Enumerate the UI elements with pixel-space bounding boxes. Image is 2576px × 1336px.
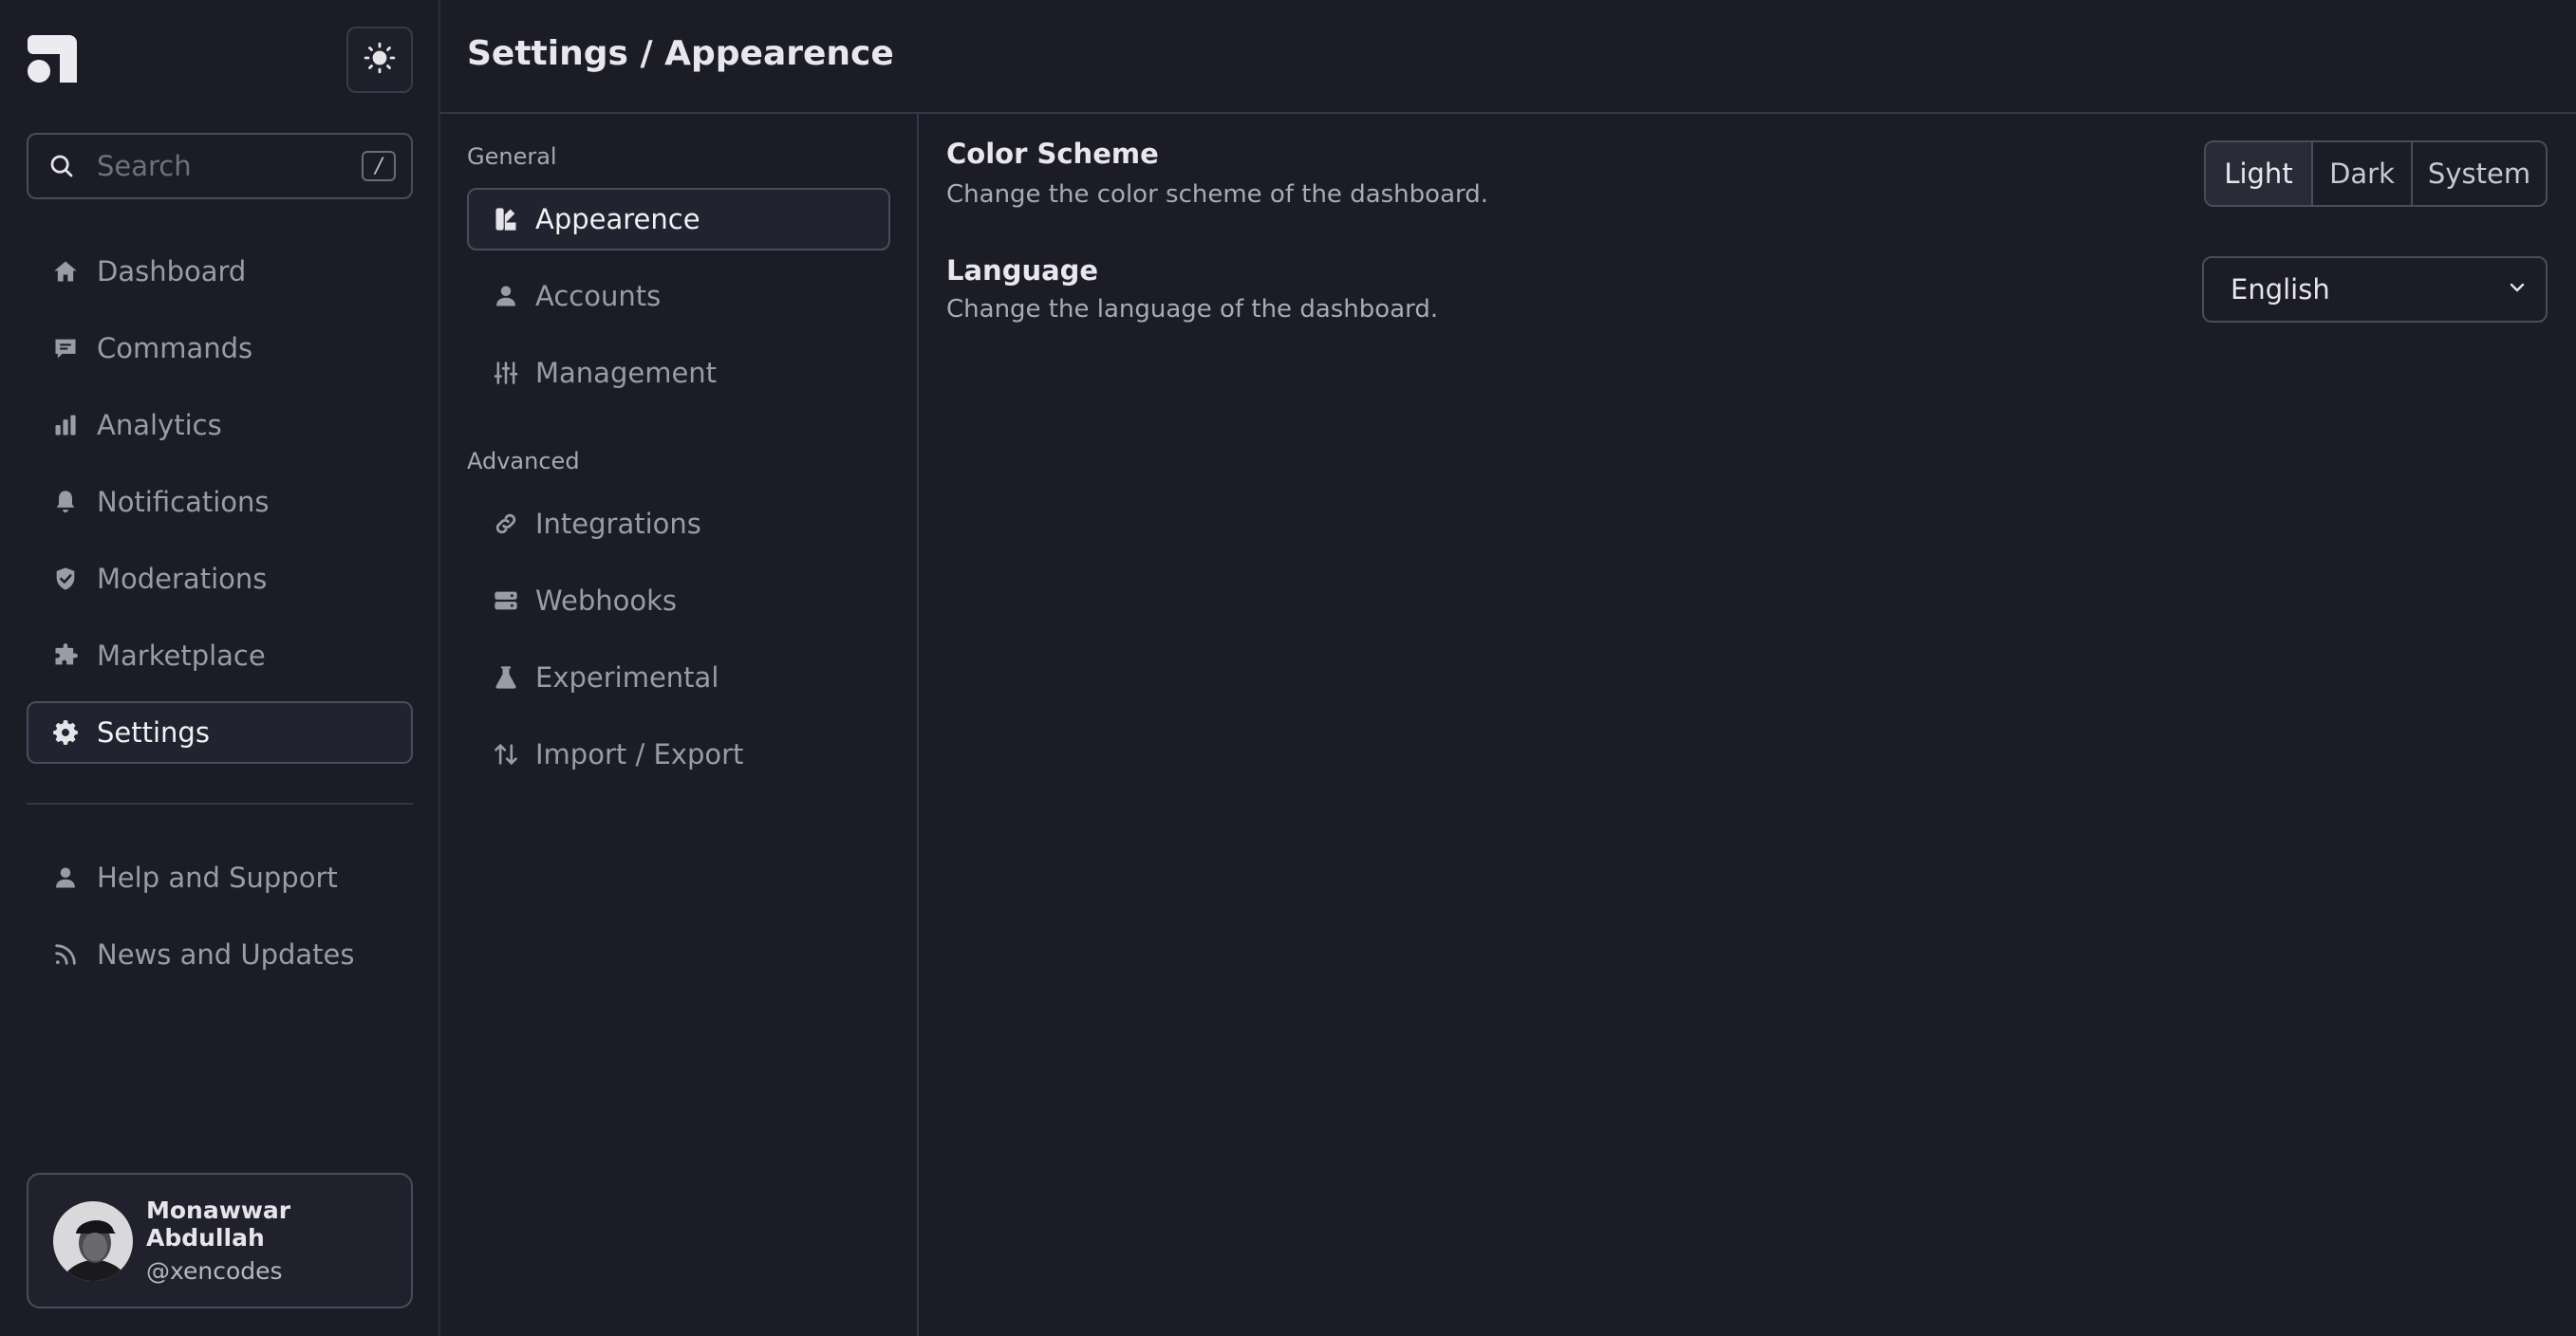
sidebar-item-label: Marketplace [97,640,266,672]
color-scheme-toggle: Light Dark System [2204,140,2548,207]
sidebar-item-notifications[interactable]: Notifications [27,471,413,533]
arrows-updown-icon [492,740,520,769]
sidebar-item-dashboard[interactable]: Dashboard [27,240,413,303]
language-select[interactable]: English [2202,256,2548,323]
rss-icon [51,940,80,969]
theme-toggle-button[interactable] [346,27,413,93]
page-title: Settings / Appearence [467,34,894,73]
bar-chart-icon [51,411,80,439]
bell-icon [51,488,80,516]
subnav-item-import-export[interactable]: Import / Export [467,723,890,786]
user-profile-card[interactable]: Monawwar Abdullah @xencodes [27,1173,413,1308]
settings-subnav: General Appearence Accounts Management A… [440,114,919,1336]
profile-text: Monawwar Abdullah @xencodes [146,1197,411,1285]
sidebar-item-settings[interactable]: Settings [27,701,413,764]
sidebar-item-help[interactable]: Help and Support [27,846,413,909]
secondary-nav: Help and Support News and Updates [27,846,413,1000]
language-description: Change the language of the dashboard. [946,295,1439,324]
sidebar-item-label: Notifications [97,486,270,518]
subnav-item-accounts[interactable]: Accounts [467,265,890,327]
user-icon [492,282,520,310]
sidebar-item-label: Settings [97,716,210,749]
sidebar-item-label: Help and Support [97,862,338,894]
subnav-item-label: Appearence [535,203,700,235]
subnav-item-label: Integrations [535,508,701,540]
language-select-value: English [2231,273,2330,306]
subnav-item-integrations[interactable]: Integrations [467,492,890,555]
search-icon [47,152,76,180]
profile-handle: @xencodes [146,1257,283,1285]
message-icon [51,334,80,362]
color-scheme-description: Change the color scheme of the dashboard… [946,180,1488,209]
color-scheme-option-system[interactable]: System [2411,142,2546,205]
subnav-item-label: Accounts [535,280,662,312]
shield-check-icon [51,565,80,593]
subnav-item-webhooks[interactable]: Webhooks [467,569,890,632]
sidebar-item-label: Moderations [97,563,268,595]
link-icon [492,510,520,538]
sidebar-item-commands[interactable]: Commands [27,317,413,380]
subnav-item-label: Import / Export [535,738,744,770]
sun-icon [364,42,396,78]
subnav-item-label: Management [535,357,718,389]
subnav-item-label: Webhooks [535,584,677,617]
page-header: Settings / Appearence [440,0,2576,114]
color-scheme-title: Color Scheme [946,138,1159,170]
search-placeholder: Search [97,150,192,182]
main-nav: Dashboard Commands Analytics Notificatio… [27,240,413,778]
sidebar-item-label: Commands [97,332,253,364]
palette-icon [492,205,520,233]
sidebar-item-label: Analytics [97,409,222,441]
subnav-item-label: Experimental [535,661,719,694]
sidebar-item-analytics[interactable]: Analytics [27,394,413,456]
avatar [53,1200,133,1281]
flask-icon [492,663,520,692]
server-icon [492,586,520,615]
color-scheme-option-light[interactable]: Light [2206,142,2311,205]
sidebar-item-label: News and Updates [97,938,355,971]
search-input[interactable]: Search / [27,133,413,199]
sliders-icon [492,359,520,387]
search-shortcut-key: / [362,151,396,181]
subnav-item-appearence[interactable]: Appearence [467,188,890,250]
sidebar-item-label: Dashboard [97,255,247,288]
puzzle-icon [51,641,80,670]
color-scheme-option-dark[interactable]: Dark [2311,142,2411,205]
subnav-item-management[interactable]: Management [467,342,890,404]
chevron-down-icon [2506,276,2529,303]
user-icon [51,863,80,892]
home-icon [51,257,80,286]
profile-name: Monawwar Abdullah [146,1197,291,1252]
group-label-advanced: Advanced [467,448,580,474]
group-label-general: General [467,143,557,170]
gear-icon [51,718,80,747]
sidebar-item-news[interactable]: News and Updates [27,923,413,986]
settings-content: Color Scheme Change the color scheme of … [919,114,2576,1336]
language-title: Language [946,254,1099,287]
sidebar-divider [27,803,413,805]
subnav-item-experimental[interactable]: Experimental [467,646,890,709]
sidebar-item-moderations[interactable]: Moderations [27,547,413,610]
app-logo[interactable] [28,35,77,83]
sidebar: Search / Dashboard Commands Analytics No… [0,0,440,1336]
sidebar-item-marketplace[interactable]: Marketplace [27,624,413,687]
